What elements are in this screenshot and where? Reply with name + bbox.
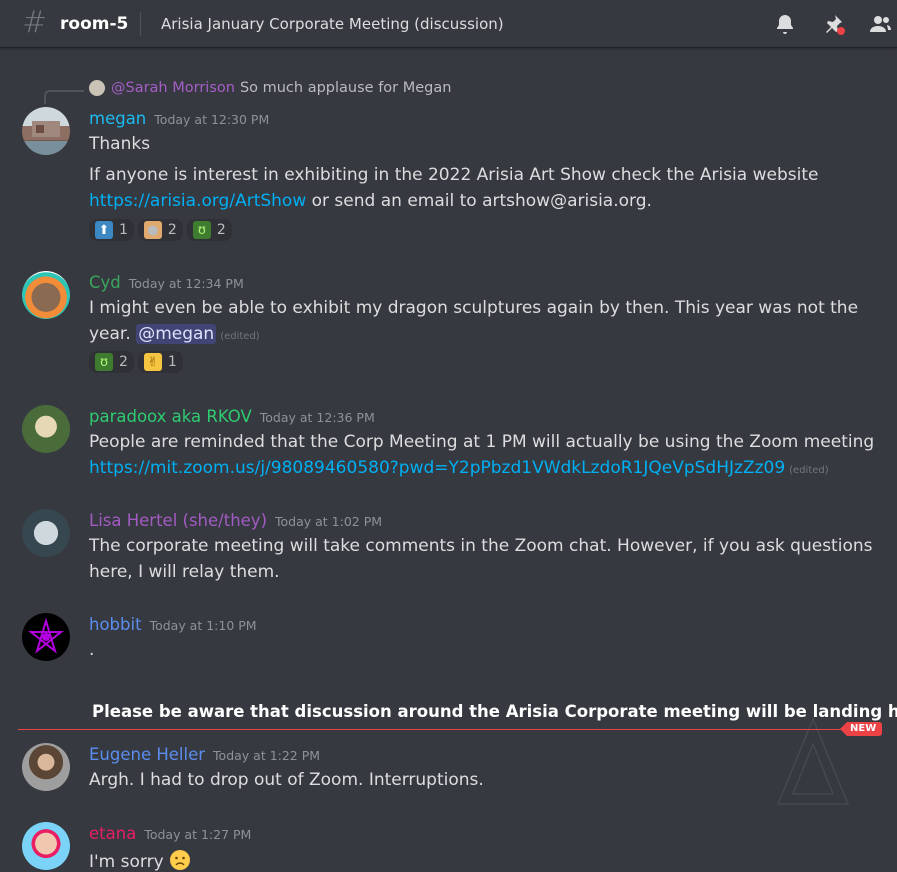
message-link[interactable]: https://arisia.org/ArtShow [89,191,306,211]
message-header: Eugene Heller Today at 1:22 PM [89,745,320,764]
edited-tag: (edited) [789,465,829,476]
reaction[interactable]: ● 2 [137,219,183,241]
username[interactable]: Lisa Hertel (she/they) [89,511,267,530]
username[interactable]: megan [89,109,146,128]
channel-header: # room-5 Arisia January Corporate Meetin… [0,0,897,48]
user-mention[interactable]: @megan [136,324,217,344]
avatar[interactable] [22,613,70,661]
new-badge: NEW [840,722,883,736]
timestamp: Today at 12:34 PM [128,276,244,291]
message-megan: @Sarah Morrison So much applause for Meg… [0,49,897,249]
message-text: Argh. I had to drop out of Zoom. Interru… [89,770,484,790]
reaction-count: 2 [216,222,226,238]
announcement-text: Please be aware that discussion around t… [92,702,897,721]
message-list[interactable]: @Sarah Morrison So much applause for Meg… [0,49,897,872]
message-etana: etana Today at 1:27 PM I'm sorry [0,822,897,872]
message-header: etana Today at 1:27 PM [89,824,251,843]
message-text-body: I'm sorry [89,852,164,872]
reaction-bar: ʊ2 ✌ 1 [89,351,183,373]
reaction[interactable]: ⬆ 1 [89,219,134,241]
message-header: megan Today at 12:30 PM [89,109,269,128]
timestamp: Today at 12:30 PM [154,112,270,127]
avatar[interactable] [22,743,70,791]
username[interactable]: etana [89,824,136,843]
username[interactable]: paradoox aka RKOV [89,407,252,426]
reply-spine [44,90,84,104]
message-text-tail: or send an email to artshow@arisia.org. [306,191,652,211]
message-text: The corporate meeting will take comments… [89,536,873,556]
avatar[interactable] [22,107,70,155]
reply-author[interactable]: @Sarah Morrison [111,80,235,96]
channel-name[interactable]: room-5 [60,14,128,34]
reaction[interactable]: ʊ2 [186,219,232,241]
up-arrow-icon: ⬆ [95,221,113,239]
pentagram-icon [28,617,64,654]
reaction-count: 2 [119,354,128,370]
dragon-icon: ʊ [95,353,113,371]
message-text: Thanks [89,134,151,154]
dragon-icon: ʊ [192,221,211,239]
message-text: People are reminded that the Corp Meetin… [89,432,875,452]
message-text: I might even be able to exhibit my drago… [89,298,859,318]
timestamp: Today at 1:10 PM [149,618,257,633]
avatar[interactable] [22,509,70,557]
message-text: https://mit.zoom.us/j/98089460580?pwd=Y2… [89,458,829,478]
message-text: year. @megan (edited) [89,324,260,344]
username[interactable]: hobbit [89,615,142,634]
message-header: Lisa Hertel (she/they) Today at 1:02 PM [89,511,382,530]
message-lisa: Lisa Hertel (she/they) Today at 1:02 PM T… [0,509,897,589]
message-header: paradoox aka RKOV Today at 12:36 PM [89,407,375,426]
avatar[interactable] [22,822,70,870]
palette-icon: ● [143,221,162,239]
message-eugene: Eugene Heller Today at 1:22 PM Argh. I ha… [0,743,897,803]
timestamp: Today at 1:22 PM [213,748,321,763]
reaction-count: 1 [119,222,128,238]
bell-icon[interactable] [773,12,797,36]
message-hobbit: hobbit Today at 1:10 PM . [0,613,897,673]
avatar[interactable] [22,405,70,453]
message-text: https://arisia.org/ArtShow or send an em… [89,191,652,211]
message-header: hobbit Today at 1:10 PM [89,615,257,634]
members-icon[interactable] [868,12,892,36]
reply-text: So much applause for Megan [239,80,452,96]
edited-tag: (edited) [220,331,260,342]
frowning-face-icon [170,850,191,870]
header-divider [140,12,141,36]
rock-hand-icon: ✌ [143,353,162,371]
reaction-bar: ⬆ 1 ● 2 ʊ2 [89,219,232,241]
pin-icon[interactable] [821,12,845,36]
avatar[interactable] [22,271,70,319]
message-text: . [89,640,95,660]
reaction-count: 2 [167,222,177,238]
timestamp: Today at 1:02 PM [275,514,383,529]
new-messages-divider [18,729,863,730]
timestamp: Today at 1:27 PM [144,827,252,842]
message-text: I'm sorry [89,849,191,872]
message-link[interactable]: https://mit.zoom.us/j/98089460580?pwd=Y2… [89,458,785,478]
message-paradoox: paradoox aka RKOV Today at 12:36 PM Peopl… [0,405,897,485]
message-text: If anyone is interest in exhibiting in t… [89,165,819,185]
reply-preview[interactable]: @Sarah Morrison So much applause for Meg… [89,80,451,96]
username[interactable]: Eugene Heller [89,745,205,764]
message-text-start: year. [89,324,131,344]
message-cyd: Cyd Today at 12:34 PM I might even be abl… [0,271,897,381]
username[interactable]: Cyd [89,273,121,292]
message-text: here, I will relay them. [89,562,280,582]
reaction-count: 1 [167,354,177,370]
hashtag-icon: # [22,5,48,40]
channel-topic[interactable]: Arisia January Corporate Meeting (discus… [161,15,504,33]
message-header: Cyd Today at 12:34 PM [89,273,244,292]
reaction[interactable]: ✌ 1 [137,351,183,373]
reply-avatar [89,80,105,96]
reaction[interactable]: ʊ2 [89,351,134,373]
timestamp: Today at 12:36 PM [259,410,375,425]
